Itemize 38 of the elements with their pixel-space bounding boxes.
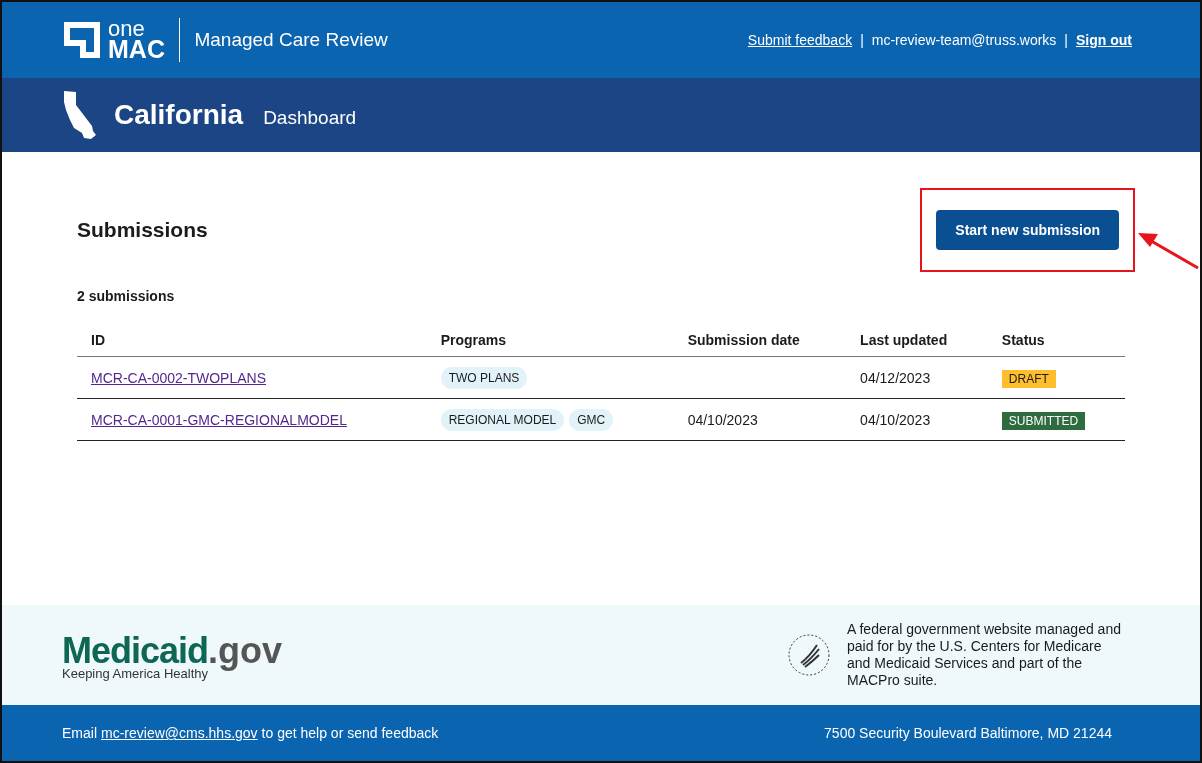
submission-date: 04/10/2023 (687, 412, 758, 428)
column-header: Last updated (846, 326, 988, 357)
logo-text: MAC (108, 38, 165, 60)
footer-notice: A federal government website managed and paid for by the U.S. Centers for Medicare and Medicaid Services and part of the MACPro suite. (847, 621, 1122, 689)
eagle-seal-icon (787, 633, 831, 677)
separator: | (860, 32, 864, 48)
submission-link[interactable]: MCR-CA-0002-TWOPLANS (91, 370, 267, 386)
email-link[interactable]: mc-review@cms.hhs.gov (101, 725, 258, 741)
footer-text: to get help or send feedback (261, 725, 439, 741)
column-header: ID (77, 326, 427, 357)
submission-count: 2 submissions (77, 288, 176, 304)
status-badge: SUBMITTED (1001, 412, 1086, 430)
program-tag: GMC (569, 409, 614, 431)
footer-text: Email (62, 725, 97, 741)
column-header: Programs (426, 326, 674, 357)
column-header: Submission date (673, 326, 847, 357)
header-link[interactable]: Sign out (1076, 32, 1132, 48)
logo-text: one (108, 20, 145, 39)
updated-date: 04/10/2023 (860, 412, 931, 428)
section-title: Submissions (77, 218, 208, 242)
brand-suffix: .gov (208, 629, 283, 672)
user-email: mc-review-team@truss.works (871, 32, 1057, 48)
header-link[interactable]: Submit feedback (747, 32, 853, 48)
updated-date: 04/12/2023 (860, 370, 931, 386)
column-header: Status (987, 326, 1125, 357)
status-badge: DRAFT (1001, 370, 1056, 388)
footer-address: 7500 Security Boulevard Baltimore, MD 21244 (824, 725, 1112, 741)
program-tag: TWO PLANS (440, 367, 528, 389)
submission-link[interactable]: MCR-CA-0001-GMC-REGIONALMODEL (91, 412, 347, 428)
program-tag: REGIONAL MODEL (440, 409, 565, 431)
logo-icon (62, 20, 102, 60)
annotation-arrow (1138, 230, 1200, 270)
start-submission-button[interactable]: Start new submission (936, 210, 1119, 250)
app-title: Managed Care Review (194, 29, 388, 51)
state-name: California (114, 99, 244, 131)
page-name: Dashboard (263, 107, 357, 129)
brand-tagline: Keeping America Healthy (62, 665, 208, 681)
separator: | (1064, 32, 1068, 48)
